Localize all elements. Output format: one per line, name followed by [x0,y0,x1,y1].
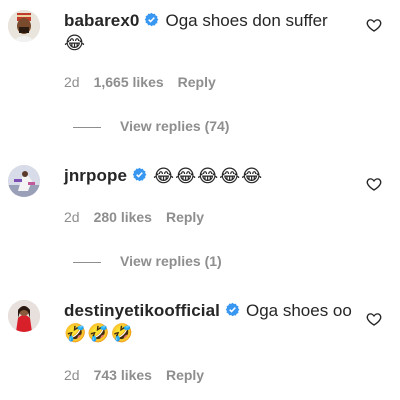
comment-likes[interactable]: 1,665 likes [94,74,164,90]
comment-likes[interactable]: 743 likes [94,367,152,383]
comment-age: 2d [64,367,80,383]
comment-emojis: 😂 [64,33,87,53]
reply-button[interactable]: Reply [178,74,216,90]
heart-icon[interactable] [366,17,382,33]
comments-list: babarex0 Oga shoes don suffer 😂 2d 1,665 l… [0,0,400,400]
reply-button[interactable]: Reply [166,209,204,225]
comment-age: 2d [64,209,80,225]
comment-emojis: 😂😂😂😂😂 [153,166,264,186]
comment-likes[interactable]: 280 likes [94,209,152,225]
view-replies-button[interactable]: View replies (74) [73,118,229,134]
comment-username[interactable]: babarex0 [64,11,139,30]
heart-icon[interactable] [366,176,382,192]
heart-icon[interactable] [366,311,382,327]
replies-divider [73,126,101,128]
view-replies-label: View replies (1) [120,253,222,269]
comment-age: 2d [64,74,80,90]
verified-badge-icon [132,167,147,182]
comment-text: Oga shoes oo [245,301,352,320]
avatar[interactable] [8,165,40,197]
avatar[interactable] [8,10,40,42]
comment-emojis: 🤣🤣🤣 [64,323,135,343]
avatar[interactable] [8,300,40,332]
comment-username[interactable]: jnrpope [64,166,127,185]
comment-username[interactable]: destinyetikoofficial [64,301,220,320]
view-replies-label: View replies (74) [120,118,230,134]
replies-divider [73,261,101,263]
view-replies-button[interactable]: View replies (1) [73,253,222,269]
verified-badge-icon [144,12,159,27]
comment-text: Oga shoes don suffer [165,11,328,30]
reply-button[interactable]: Reply [166,367,204,383]
verified-badge-icon [225,302,240,317]
